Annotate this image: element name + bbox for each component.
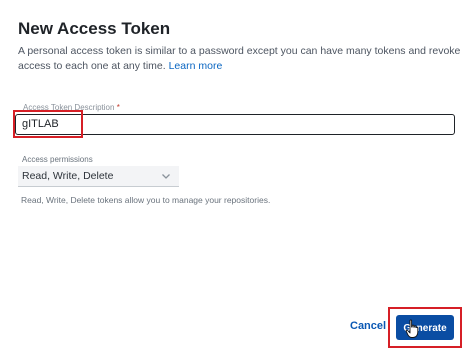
generate-button[interactable]: Generate xyxy=(396,315,454,340)
required-mark: * xyxy=(116,103,120,112)
permissions-select[interactable]: Read, Write, Delete xyxy=(18,166,179,187)
cancel-button[interactable]: Cancel xyxy=(350,320,386,332)
new-access-token-dialog: New Access Token A personal access token… xyxy=(0,0,474,357)
permissions-help-text: Read, Write, Delete tokens allow you to … xyxy=(21,195,271,205)
dialog-title: New Access Token xyxy=(18,19,171,38)
chevron-down-icon xyxy=(162,174,170,179)
permissions-selected-value: Read, Write, Delete xyxy=(22,170,114,182)
token-description-label-text: Access Token Description xyxy=(23,103,115,112)
description-text: A personal access token is similar to a … xyxy=(18,45,461,72)
dialog-description: A personal access token is similar to a … xyxy=(18,44,463,74)
token-description-input[interactable] xyxy=(22,116,442,132)
token-description-label: Access Token Description * xyxy=(22,103,121,113)
learn-more-link[interactable]: Learn more xyxy=(169,60,223,72)
permissions-label: Access permissions xyxy=(22,155,93,164)
